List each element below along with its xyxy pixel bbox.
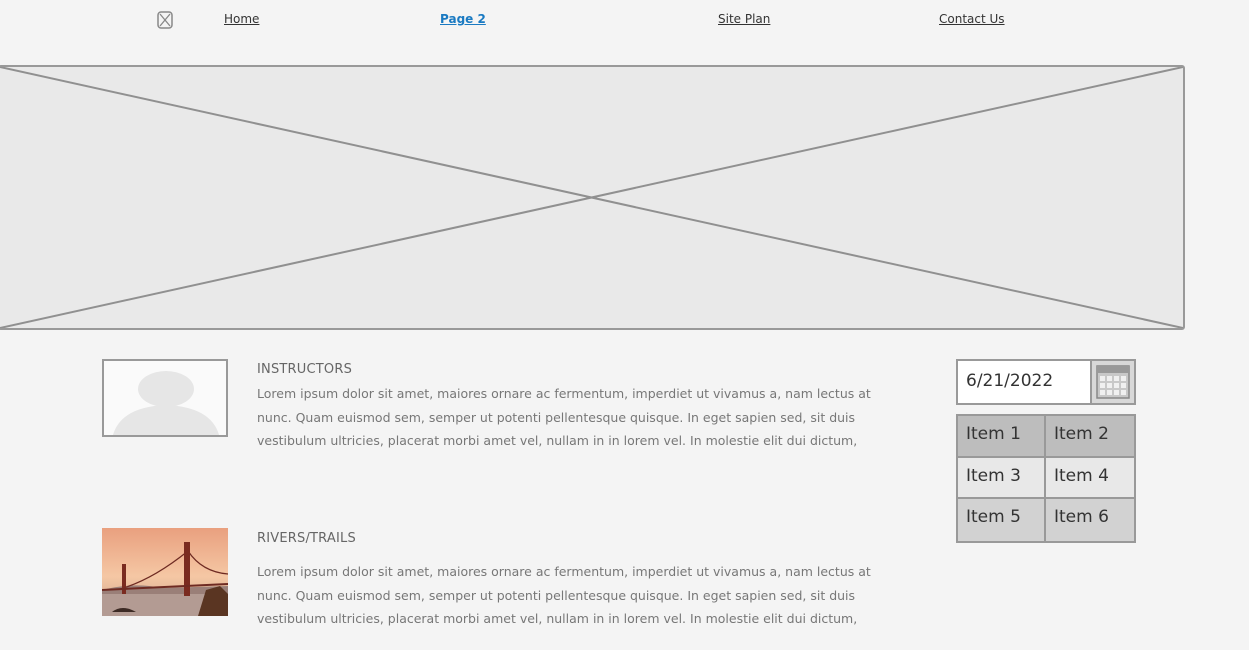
calendar-icon (1096, 365, 1130, 399)
item-grid: Item 1 Item 2 Item 3 Item 4 Item 5 Item … (956, 414, 1136, 543)
nav-link-contact-us[interactable]: Contact Us (939, 12, 1005, 26)
broken-image-icon[interactable] (157, 11, 173, 29)
nav-link-site-plan[interactable]: Site Plan (718, 12, 770, 26)
section-title-instructors: INSTRUCTORS (257, 362, 353, 377)
rivers-trails-image (102, 528, 228, 616)
instructors-image (102, 359, 228, 437)
grid-item[interactable]: Item 5 (958, 499, 1046, 541)
nav-link-home[interactable]: Home (224, 12, 259, 26)
grid-item[interactable]: Item 2 (1046, 416, 1134, 458)
bridge-photo (102, 528, 228, 616)
grid-item[interactable]: Item 4 (1046, 457, 1134, 500)
date-picker[interactable]: 6/21/2022 (956, 359, 1136, 405)
date-value[interactable]: 6/21/2022 (966, 371, 1053, 391)
section-body-instructors: Lorem ipsum dolor sit amet, maiores orna… (257, 386, 871, 448)
section-body-rivers-trails: Lorem ipsum dolor sit amet, maiores orna… (257, 564, 871, 626)
hero-image-placeholder (0, 65, 1185, 330)
section-title-rivers-trails: RIVERS/TRAILS (257, 531, 356, 546)
nav-link-page-2[interactable]: Page 2 (440, 12, 486, 26)
avatar-placeholder-icon (113, 371, 219, 435)
grid-item[interactable]: Item 1 (958, 416, 1046, 458)
image-placeholder-icon (0, 67, 1183, 328)
calendar-button[interactable] (1090, 361, 1134, 403)
page: Home Page 2 Site Plan Contact Us INSTRUC… (0, 0, 1249, 650)
grid-item[interactable]: Item 3 (958, 457, 1046, 500)
grid-item[interactable]: Item 6 (1046, 499, 1134, 541)
